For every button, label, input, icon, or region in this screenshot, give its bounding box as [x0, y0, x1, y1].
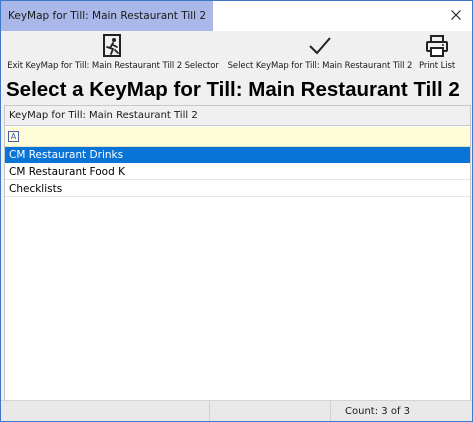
exit-selector-button[interactable]: Exit KeyMap for Till: Main Restaurant Ti…: [7, 33, 219, 77]
keymap-selector-window: KeyMap for Till: Main Restaurant Till 2 …: [0, 0, 473, 422]
exit-door-runner-icon: [103, 34, 121, 57]
status-bar: Count: 3 of 3: [1, 400, 472, 421]
toolbar: Exit KeyMap for Till: Main Restaurant Ti…: [1, 31, 472, 77]
status-segment-middle: [210, 401, 331, 421]
print-list-button[interactable]: Print List: [416, 33, 458, 77]
list-item-cm-restaurant-food-k[interactable]: CM Restaurant Food K: [5, 164, 470, 180]
window-title: KeyMap for Till: Main Restaurant Till 2: [8, 10, 207, 22]
window-title-tab[interactable]: KeyMap for Till: Main Restaurant Till 2: [1, 1, 213, 31]
status-segment-left: [1, 401, 210, 421]
select-keymap-label: Select KeyMap for Till: Main Restaurant …: [227, 61, 413, 71]
column-header[interactable]: KeyMap for Till: Main Restaurant Till 2: [5, 106, 470, 126]
select-keymap-button[interactable]: Select KeyMap for Till: Main Restaurant …: [226, 33, 414, 77]
keymap-list-grid: KeyMap for Till: Main Restaurant Till 2 …: [4, 105, 471, 401]
record-count: Count: 3 of 3: [345, 406, 410, 417]
close-icon: [451, 10, 461, 20]
filter-text-icon[interactable]: A: [8, 131, 19, 142]
print-list-label: Print List: [418, 61, 456, 71]
page-title: Select a KeyMap for Till: Main Restauran…: [6, 78, 460, 101]
filter-row[interactable]: A: [5, 127, 470, 147]
list-item-cm-restaurant-drinks[interactable]: CM Restaurant Drinks: [5, 147, 470, 163]
list-item-checklists[interactable]: Checklists: [5, 181, 470, 197]
checkmark-icon: [309, 37, 331, 55]
printer-icon: [426, 35, 448, 57]
title-bar: KeyMap for Till: Main Restaurant Till 2: [1, 1, 472, 31]
close-button[interactable]: [446, 5, 466, 25]
exit-selector-label: Exit KeyMap for Till: Main Restaurant Ti…: [7, 61, 219, 71]
